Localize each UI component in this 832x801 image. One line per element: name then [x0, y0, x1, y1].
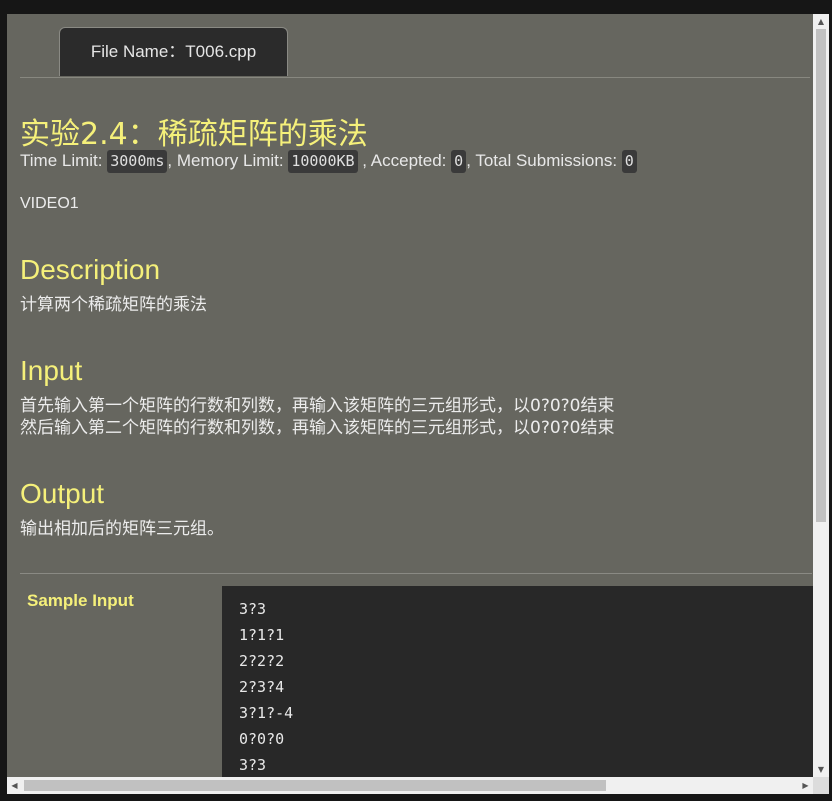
input-heading: Input	[20, 355, 83, 386]
memory-limit-label: , Memory Limit:	[167, 151, 284, 170]
time-limit-label: Time Limit:	[20, 151, 103, 170]
vertical-scrollbar[interactable]: ▲ ▼	[813, 14, 829, 777]
video-link[interactable]: VIDEO1	[20, 195, 79, 213]
code-line: 3?1?-4	[239, 704, 294, 722]
triangle-down-icon[interactable]: ▼	[813, 762, 829, 777]
time-limit-value: 3000ms	[107, 150, 168, 173]
problem-meta: Time Limit: 3000ms, Memory Limit: 10000K…	[20, 150, 637, 173]
memory-limit-value: 10000KB	[288, 150, 358, 173]
submissions-value: 0	[621, 150, 637, 173]
code-line: 3?3	[239, 756, 267, 774]
output-text: 输出相加后的矩阵三元组。	[20, 519, 224, 539]
code-line: 3?3	[239, 600, 267, 618]
code-line: 2?2?2	[239, 652, 285, 670]
page-title: 实验2.4：稀疏矩阵的乘法	[20, 117, 368, 152]
input-line-1: 首先输入第一个矩阵的行数和列数，再输入该矩阵的三元组形式，以0?0?0结束	[20, 396, 615, 416]
scrollbar-corner	[813, 777, 829, 794]
triangle-left-icon[interactable]: ◀	[7, 777, 22, 794]
problem-window: File Name：T006.cpp 实验2.4：稀疏矩阵的乘法 Time Li…	[7, 14, 813, 777]
sample-input-code: 3?3 1?1?1 2?2?2 2?3?4 3?1?-4 0?0?0 3?3	[222, 586, 813, 777]
description-text: 计算两个稀疏矩阵的乘法	[20, 295, 207, 315]
code-line: 1?1?1	[239, 626, 285, 644]
horizontal-scrollbar[interactable]: ◀ ▶	[7, 777, 813, 794]
accepted-label: , Accepted:	[362, 151, 447, 170]
section-divider	[20, 573, 812, 574]
vertical-scroll-thumb[interactable]	[816, 29, 826, 522]
triangle-up-icon[interactable]: ▲	[813, 14, 829, 29]
code-line: 2?3?4	[239, 678, 285, 696]
horizontal-scroll-thumb[interactable]	[24, 780, 606, 791]
input-line-2: 然后输入第二个矩阵的行数和列数，再输入该矩阵的三元组形式，以0?0?0结束	[20, 418, 615, 438]
tab-file-name[interactable]: File Name：T006.cpp	[59, 27, 288, 76]
code-line: 0?0?0	[239, 730, 285, 748]
sample-input-label: Sample Input	[27, 591, 134, 610]
accepted-value: 0	[451, 150, 467, 173]
submissions-label: , Total Submissions:	[466, 151, 618, 170]
triangle-right-icon[interactable]: ▶	[798, 777, 813, 794]
description-heading: Description	[20, 254, 161, 285]
tab-bar: File Name：T006.cpp	[20, 14, 810, 78]
output-heading: Output	[20, 478, 105, 509]
